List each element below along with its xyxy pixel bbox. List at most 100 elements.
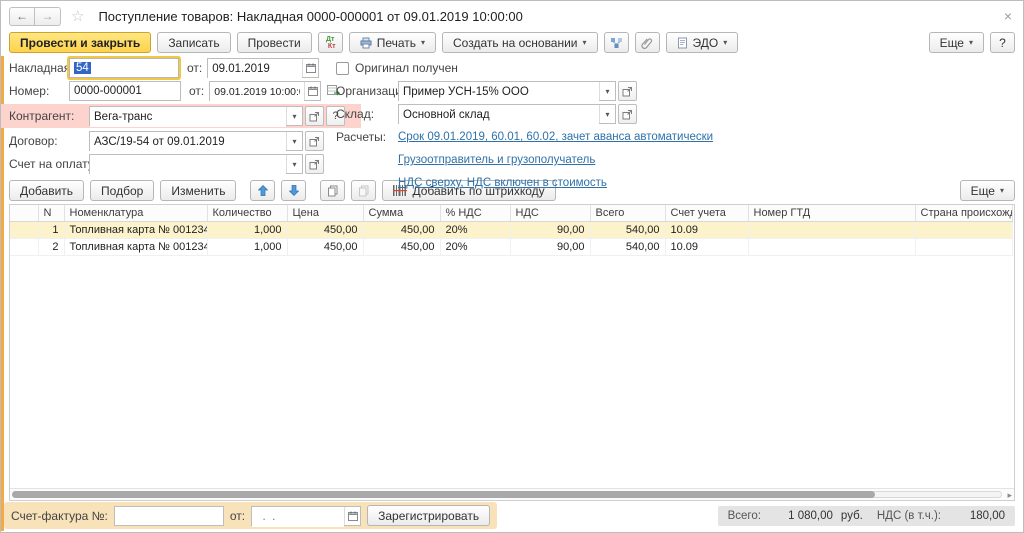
dropdown-icon[interactable]: ▾ (599, 82, 615, 100)
save-button[interactable]: Записать (157, 32, 230, 53)
dropdown-icon[interactable]: ▾ (599, 105, 615, 123)
consignor-consignee-link[interactable]: Грузоотправитель и грузополучатель (398, 154, 595, 166)
add-row-button[interactable]: Добавить (9, 180, 84, 201)
table-row[interactable]: 2Топливная карта № 0012348991,000450,004… (10, 239, 1012, 256)
table-cell[interactable] (748, 239, 915, 256)
table-cell[interactable]: 20% (440, 239, 510, 256)
column-header[interactable]: Номенклатура (64, 205, 207, 222)
table-cell[interactable]: Топливная карта № 001234898 (64, 222, 207, 239)
back-button[interactable]: ← (9, 7, 35, 26)
grid-more-button[interactable]: Еще▾ (960, 180, 1015, 201)
table-cell[interactable]: 450,00 (287, 222, 363, 239)
column-header[interactable]: Счет учета (665, 205, 748, 222)
footer: Счет-фактура №: от: Зарегистрировать Все… (4, 502, 1015, 529)
invoice-number-input[interactable]: 54 (69, 58, 179, 78)
organization-input[interactable] (399, 82, 599, 102)
table-cell[interactable] (915, 239, 1012, 256)
move-down-button[interactable] (281, 180, 306, 201)
horizontal-scrollbar[interactable]: ▸ (10, 488, 1014, 500)
table-cell[interactable]: Топливная карта № 001234899 (64, 239, 207, 256)
more-button[interactable]: Еще▾ (929, 32, 984, 53)
row-marker-cell[interactable] (10, 222, 38, 239)
table-cell[interactable]: 1 (38, 222, 64, 239)
settlements-terms-link[interactable]: Срок 09.01.2019, 60.01, 60.02, зачет ава… (398, 131, 713, 143)
row-marker-cell[interactable] (10, 239, 38, 256)
favorite-star-icon[interactable]: ☆ (71, 7, 84, 25)
column-header[interactable]: Сумма (363, 205, 440, 222)
contract-input[interactable] (90, 132, 286, 152)
column-header[interactable]: Страна происхожден... (915, 205, 1012, 222)
close-icon[interactable]: × (1001, 8, 1015, 24)
table-cell[interactable] (748, 222, 915, 239)
edo-document-icon (677, 37, 688, 49)
table-cell[interactable]: 20% (440, 222, 510, 239)
invoice-received-date-input[interactable] (252, 507, 344, 527)
table-cell[interactable]: 540,00 (590, 239, 665, 256)
dropdown-icon[interactable]: ▾ (286, 107, 302, 125)
table-cell[interactable]: 90,00 (510, 239, 590, 256)
scrollbar-thumb[interactable] (12, 491, 875, 498)
payment-account-input[interactable] (90, 155, 286, 175)
edo-button[interactable]: ЭДО▾ (666, 32, 739, 53)
calendar-icon[interactable] (344, 507, 360, 525)
column-header[interactable]: НДС (510, 205, 590, 222)
vat-mode-link[interactable]: НДС сверху, НДС включен в стоимость (398, 177, 607, 189)
warehouse-row: Склад: ▾ (336, 104, 713, 124)
original-received-row[interactable]: Оригинал получен (336, 58, 713, 78)
grid-empty-area[interactable] (10, 256, 1014, 488)
open-organization-button[interactable] (618, 81, 637, 101)
help-button[interactable]: ? (990, 32, 1015, 53)
original-received-checkbox[interactable] (336, 62, 349, 75)
table-cell[interactable] (915, 222, 1012, 239)
table-cell[interactable]: 1,000 (207, 222, 287, 239)
open-payment-account-button[interactable] (305, 154, 324, 174)
document-datetime-input[interactable] (210, 82, 304, 102)
move-up-button[interactable] (250, 180, 275, 201)
table-cell[interactable]: 540,00 (590, 222, 665, 239)
items-grid[interactable]: NНоменклатураКоличествоЦенаСумма% НДСНДС… (9, 204, 1015, 501)
table-cell[interactable]: 10.09 (665, 239, 748, 256)
table-cell[interactable]: 2 (38, 239, 64, 256)
column-header[interactable]: N (38, 205, 64, 222)
table-cell[interactable]: 90,00 (510, 222, 590, 239)
column-header[interactable]: % НДС (440, 205, 510, 222)
dtkt-icon: ДтКт (325, 36, 336, 50)
counterparty-input[interactable] (90, 107, 286, 127)
open-counterparty-button[interactable] (305, 106, 324, 126)
calendar-icon[interactable] (304, 82, 320, 100)
table-cell[interactable]: 450,00 (363, 239, 440, 256)
table-cell[interactable]: 450,00 (363, 222, 440, 239)
attachments-button[interactable] (635, 32, 660, 53)
warehouse-input[interactable] (399, 105, 599, 125)
column-header[interactable]: Цена (287, 205, 363, 222)
document-number-input[interactable] (69, 81, 181, 101)
invoice-date-input[interactable] (208, 59, 302, 79)
print-button[interactable]: Печать▾ (349, 32, 436, 53)
register-invoice-button[interactable]: Зарегистрировать (367, 505, 490, 526)
dropdown-icon[interactable]: ▾ (286, 132, 302, 150)
create-based-on-button[interactable]: Создать на основании▾ (442, 32, 598, 53)
pick-button[interactable]: Подбор (90, 180, 154, 201)
related-documents-button[interactable] (604, 32, 629, 53)
scrollbar-right-arrow-icon[interactable]: ▸ (1007, 490, 1012, 501)
post-and-close-button[interactable]: Провести и закрыть (9, 32, 151, 53)
table-cell[interactable]: 10.09 (665, 222, 748, 239)
open-contract-button[interactable] (305, 131, 324, 151)
column-header[interactable]: Количество (207, 205, 287, 222)
caret-down-icon: ▾ (723, 38, 727, 47)
column-header[interactable]: Номер ГТД (748, 205, 915, 222)
table-row[interactable]: 1Топливная карта № 0012348981,000450,004… (10, 222, 1012, 239)
calendar-icon[interactable] (302, 59, 318, 77)
edit-button[interactable]: Изменить (160, 180, 236, 201)
forward-button[interactable]: → (35, 7, 61, 26)
organization-row: Организация: ▾ (336, 81, 713, 101)
post-button[interactable]: Провести (237, 32, 312, 53)
table-cell[interactable]: 1,000 (207, 239, 287, 256)
show-postings-button[interactable]: ДтКт (318, 32, 343, 53)
dropdown-icon[interactable]: ▾ (286, 155, 302, 173)
original-received-label: Оригинал получен (355, 61, 458, 75)
open-warehouse-button[interactable] (618, 104, 637, 124)
invoice-received-number-input[interactable] (114, 506, 224, 526)
column-header[interactable]: Всего (590, 205, 665, 222)
table-cell[interactable]: 450,00 (287, 239, 363, 256)
